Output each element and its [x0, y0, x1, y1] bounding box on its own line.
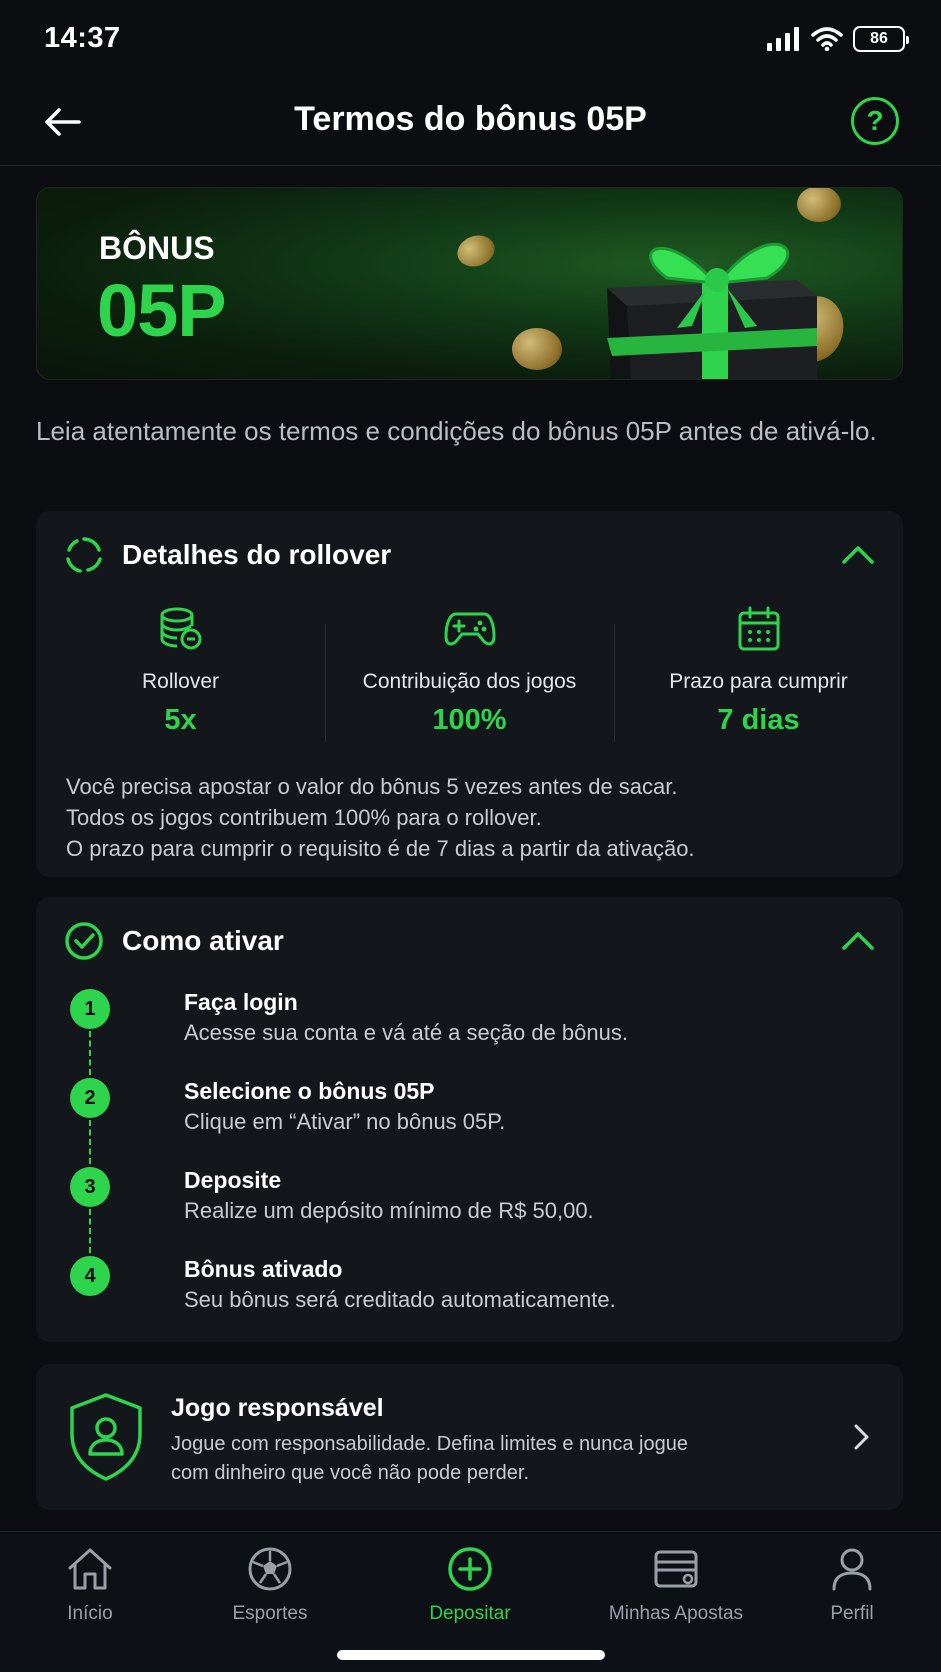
step-title: Deposite [184, 1167, 282, 1193]
rollover-desc-line: Você precisa apostar o valor do bônus 5 … [66, 774, 678, 799]
rollover-card: Detalhes do rollover Rollover 5x Contrib… [36, 511, 903, 877]
banner-label: BÔNUS [99, 230, 215, 266]
stat-deadline: Prazo para cumprir 7 dias [614, 606, 903, 742]
plus-circle-icon [448, 1547, 492, 1591]
check-circle-icon [65, 922, 103, 960]
rollover-desc-line: Todos os jogos contribuem 100% para o ro… [66, 805, 542, 830]
rollover-title: Detalhes do rollover [122, 539, 392, 570]
ticket-icon [654, 1550, 698, 1588]
tab-label: Início [67, 1603, 113, 1624]
activate-header[interactable]: Como ativar [64, 919, 875, 963]
battery-indicator: 86 [853, 26, 909, 52]
step-description: Realize um depósito mínimo de R$ 50,00. [184, 1198, 594, 1223]
step-title: Bônus ativado [184, 1256, 343, 1282]
stat-value: 7 dias [717, 704, 800, 736]
tab-inicio[interactable]: Início [50, 1546, 130, 1625]
tab-minhas-apostas[interactable]: Minhas Apostas [596, 1546, 756, 1625]
tab-perfil[interactable]: Perfil [812, 1546, 892, 1625]
tab-label: Perfil [830, 1603, 874, 1624]
responsible-description: Jogue com responsabilidade. Defina limit… [171, 1433, 688, 1484]
stat-label: Prazo para cumprir [669, 670, 848, 693]
stat-contribution: Contribuição dos jogos 100% [325, 606, 614, 742]
step-number: 1 [70, 989, 110, 1029]
step-description: Seu bônus será creditado automaticamente… [184, 1287, 616, 1312]
step-item: 3 Deposite Realize um depósito mínimo de… [70, 1167, 873, 1256]
top-bar: Termos do bônus 05P ? [0, 80, 941, 166]
rollover-description: Você precisa apostar o valor do bônus 5 … [66, 771, 873, 864]
step-number: 3 [70, 1167, 110, 1207]
calendar-icon [738, 606, 779, 651]
soccer-ball-icon [248, 1547, 292, 1591]
stat-value: 5x [164, 704, 197, 736]
tab-esportes[interactable]: Esportes [220, 1546, 320, 1625]
chevron-up-icon[interactable] [841, 930, 875, 952]
activation-steps: 1 Faça login Acesse sua conta e vá até a… [70, 989, 873, 1345]
rollover-header[interactable]: Detalhes do rollover [64, 533, 875, 577]
gamepad-icon [444, 612, 495, 646]
user-icon [832, 1548, 872, 1591]
intro-text: Leia atentamente os termos e condições d… [36, 416, 877, 446]
chevron-up-icon[interactable] [841, 544, 875, 566]
gift-box-icon [607, 242, 817, 379]
step-connector [89, 1209, 91, 1253]
signal-icon [767, 27, 799, 51]
step-number: 2 [70, 1078, 110, 1118]
coin-decoration [797, 188, 841, 222]
banner-code: 05P [97, 269, 227, 352]
step-item: 1 Faça login Acesse sua conta e vá até a… [70, 989, 873, 1078]
help-button[interactable]: ? [851, 97, 899, 145]
step-description: Clique em “Ativar” no bônus 05P. [184, 1109, 506, 1134]
bonus-banner: BÔNUS 05P [36, 187, 903, 380]
page-title: Termos do bônus 05P [294, 100, 647, 138]
responsible-title: Jogo responsável [171, 1394, 384, 1422]
home-indicator[interactable] [337, 1650, 605, 1660]
wifi-icon [811, 27, 843, 51]
coin-decoration [453, 230, 499, 272]
home-icon [68, 1548, 112, 1590]
activate-card: Como ativar 1 Faça login Acesse sua cont… [36, 897, 903, 1342]
coin-decoration [512, 328, 562, 370]
status-icons: 86 [767, 26, 909, 52]
stat-rollover: Rollover 5x [36, 606, 325, 736]
step-number: 4 [70, 1256, 110, 1296]
step-description: Acesse sua conta e vá até a seção de bôn… [184, 1020, 628, 1045]
rollover-stats: Rollover 5x Contribuição dos jogos 100% [36, 606, 903, 742]
chevron-right-icon [854, 1424, 869, 1450]
rollover-cycle-icon [66, 537, 102, 573]
step-connector [89, 1120, 91, 1164]
activate-title: Como ativar [122, 925, 284, 956]
step-connector [89, 1031, 91, 1075]
question-mark-icon: ? [866, 105, 884, 136]
step-title: Faça login [184, 989, 298, 1015]
shield-user-icon [70, 1393, 142, 1481]
responsible-gaming-card[interactable]: Jogo responsável Jogue com responsabilid… [36, 1364, 903, 1510]
tab-label: Esportes [232, 1603, 308, 1624]
stat-label: Rollover [141, 670, 220, 693]
step-item: 2 Selecione o bônus 05P Clique em “Ativa… [70, 1078, 873, 1167]
status-time: 14:37 [44, 22, 121, 54]
tab-label: Minhas Apostas [608, 1603, 744, 1624]
coins-icon [160, 607, 201, 650]
stat-value: 100% [432, 704, 507, 736]
tab-label: Depositar [429, 1603, 511, 1624]
step-item: 4 Bônus ativado Seu bônus será creditado… [70, 1256, 873, 1345]
rollover-desc-line: O prazo para cumprir o requisito é de 7 … [66, 836, 695, 861]
step-title: Selecione o bônus 05P [184, 1078, 435, 1104]
status-bar: 14:37 86 [0, 0, 941, 80]
stat-label: Contribuição dos jogos [362, 670, 577, 693]
tab-depositar[interactable]: Depositar [420, 1546, 520, 1625]
